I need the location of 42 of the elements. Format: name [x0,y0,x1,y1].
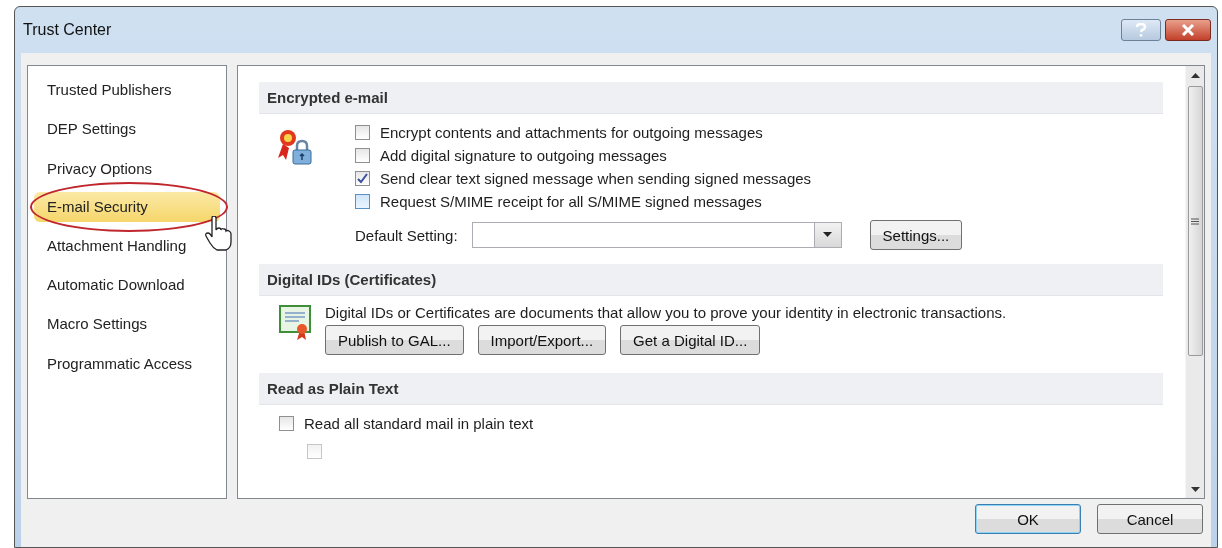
checkbox[interactable] [355,148,370,163]
dialog-button[interactable]: OK [975,504,1081,534]
help-button[interactable] [1121,19,1161,41]
sidebar-item[interactable]: Privacy Options [28,154,226,182]
checkbox-label: Read all standard mail in plain text [304,415,534,432]
sidebar-item[interactable]: Programmatic Access [28,349,226,377]
checkbox[interactable] [355,171,370,186]
action-button[interactable]: Publish to GAL... [325,325,464,355]
ribbon-lock-icon [277,128,313,168]
sidebar-item[interactable]: E-mail Security [34,192,220,223]
close-button[interactable] [1165,19,1211,41]
checkbox[interactable] [355,194,370,209]
dialog-button[interactable]: Cancel [1097,504,1203,534]
default-setting-dropdown[interactable] [471,222,842,248]
scrollbar[interactable] [1185,66,1204,498]
scroll-thumb[interactable] [1187,86,1203,356]
settings-button[interactable]: Settings... [869,220,963,250]
sidebar-item[interactable]: DEP Settings [28,115,226,143]
certificate-icon [279,304,311,342]
description-text: Digital IDs or Certificates are documents that allow you to prove your identity in electronic transactions. [325,304,1007,321]
action-button[interactable]: Import/Export... [477,325,607,355]
sidebar-item[interactable]: Automatic Download [28,270,226,298]
checkbox[interactable] [355,125,370,140]
scroll-up-icon[interactable] [1190,72,1200,78]
question-mark-icon [1135,23,1147,37]
sidebar-item[interactable]: Macro Settings [28,310,226,338]
checkbox-label: Encrypt contents and attachments for outgoing messages [380,124,763,141]
caret-icon [823,232,833,238]
checkbox-label: Send clear text signed message when sending signed messages [380,170,812,187]
checkbox-label: Add digital signature to outgoing messages [380,147,667,164]
scroll-down-icon[interactable] [1190,486,1200,492]
checkbox[interactable] [307,444,322,459]
field-label: Default Setting: [355,226,458,244]
checkbox-label: Request S/MIME receipt for all S/MIME signed messages [380,193,762,210]
close-icon [1181,24,1195,36]
section-heading: Read as Plain Text [259,373,1163,405]
action-button[interactable]: Get a Digital ID... [620,325,761,355]
section-heading: Encrypted e-mail [259,82,1163,114]
checkbox[interactable] [279,416,294,431]
sidebar-item[interactable]: Trusted Publishers [28,76,226,103]
section-heading: Digital IDs (Certificates) [259,264,1163,296]
window-title: Trust Center [23,21,113,39]
